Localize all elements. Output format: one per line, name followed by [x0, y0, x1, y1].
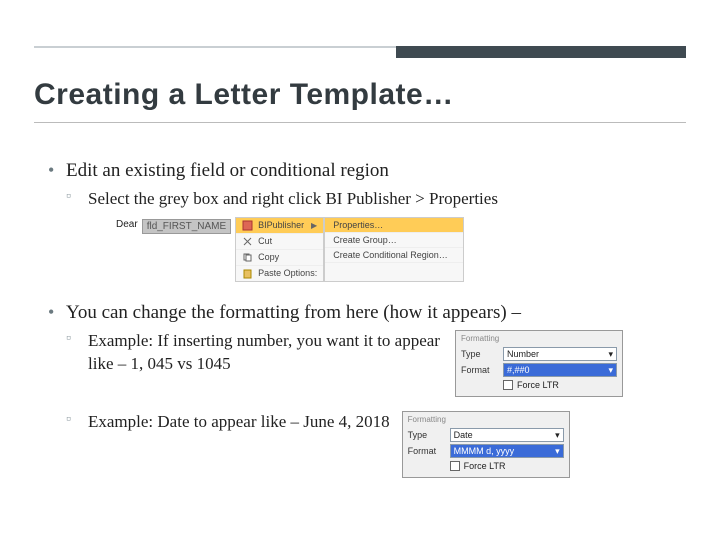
content-area: Edit an existing field or conditional re… — [48, 160, 690, 488]
header-rule — [34, 46, 686, 62]
context-menu-col2: Properties… Create Group… Create Conditi… — [324, 217, 464, 282]
bullet-1: Edit an existing field or conditional re… — [48, 160, 690, 282]
ctx-cut: Cut — [236, 234, 323, 250]
type-label: Type — [408, 429, 446, 441]
format-panel-date: Formatting Type Date ▾ Format — [402, 411, 570, 478]
bullet-1-text: Edit an existing field or conditional re… — [66, 160, 389, 181]
bullet-1-sub-1: Select the grey box and right click BI P… — [66, 188, 690, 211]
context-menu-screenshot: Dear fld_FIRST_NAME BIPublisher ▶ — [112, 217, 690, 282]
chevron-down-icon: ▾ — [608, 348, 613, 360]
ctx-copy: Copy — [236, 250, 323, 266]
example-date-text: Example: Date to appear like – June 4, 2… — [88, 411, 390, 434]
scissors-icon — [242, 236, 253, 247]
ctx-paste: Paste Options: — [236, 266, 323, 281]
chevron-down-icon: ▾ — [555, 445, 560, 457]
panel-tab: Formatting — [461, 334, 617, 345]
copy-icon — [242, 252, 253, 263]
format-select: MMMM d, yyyy ▾ — [450, 444, 564, 458]
ctx-create-cond: Create Conditional Region… — [325, 248, 463, 263]
format-panel-number: Formatting Type Number ▾ Format — [455, 330, 623, 397]
ctx-create-group: Create Group… — [325, 233, 463, 248]
type-select: Number ▾ — [503, 347, 617, 361]
paste-icon — [242, 268, 253, 279]
ctx-bipublisher: BIPublisher ▶ — [236, 218, 323, 234]
format-label: Format — [461, 364, 499, 376]
checkbox-icon — [503, 380, 513, 390]
chevron-down-icon: ▾ — [608, 364, 613, 376]
chevron-right-icon: ▶ — [311, 221, 317, 230]
context-menu-col1: BIPublisher ▶ Cut — [235, 217, 324, 282]
bullet-2-text: You can change the formatting from here … — [66, 302, 521, 323]
page-title: Creating a Letter Template… — [34, 78, 454, 112]
checkbox-icon — [450, 461, 460, 471]
title-underline — [34, 122, 686, 123]
force-ltr-check: Force LTR — [503, 379, 617, 391]
example-number-text: Example: If inserting number, you want i… — [88, 330, 443, 376]
type-label: Type — [461, 348, 499, 360]
force-ltr-check: Force LTR — [450, 460, 564, 472]
ctx-properties: Properties… — [325, 218, 463, 233]
merge-field: fld_FIRST_NAME — [142, 219, 231, 234]
dear-label: Dear — [116, 219, 138, 230]
bullet-2-sub-1: Example: If inserting number, you want i… — [66, 330, 690, 397]
bipublisher-icon — [242, 220, 253, 231]
bullet-2-sub-2: Example: Date to appear like – June 4, 2… — [66, 411, 690, 478]
format-label: Format — [408, 445, 446, 457]
bullet-2: You can change the formatting from here … — [48, 302, 690, 478]
panel-tab: Formatting — [408, 415, 564, 426]
type-select: Date ▾ — [450, 428, 564, 442]
word-snippet: Dear fld_FIRST_NAME — [112, 217, 235, 282]
format-select: #,##0 ▾ — [503, 363, 617, 377]
chevron-down-icon: ▾ — [555, 429, 560, 441]
